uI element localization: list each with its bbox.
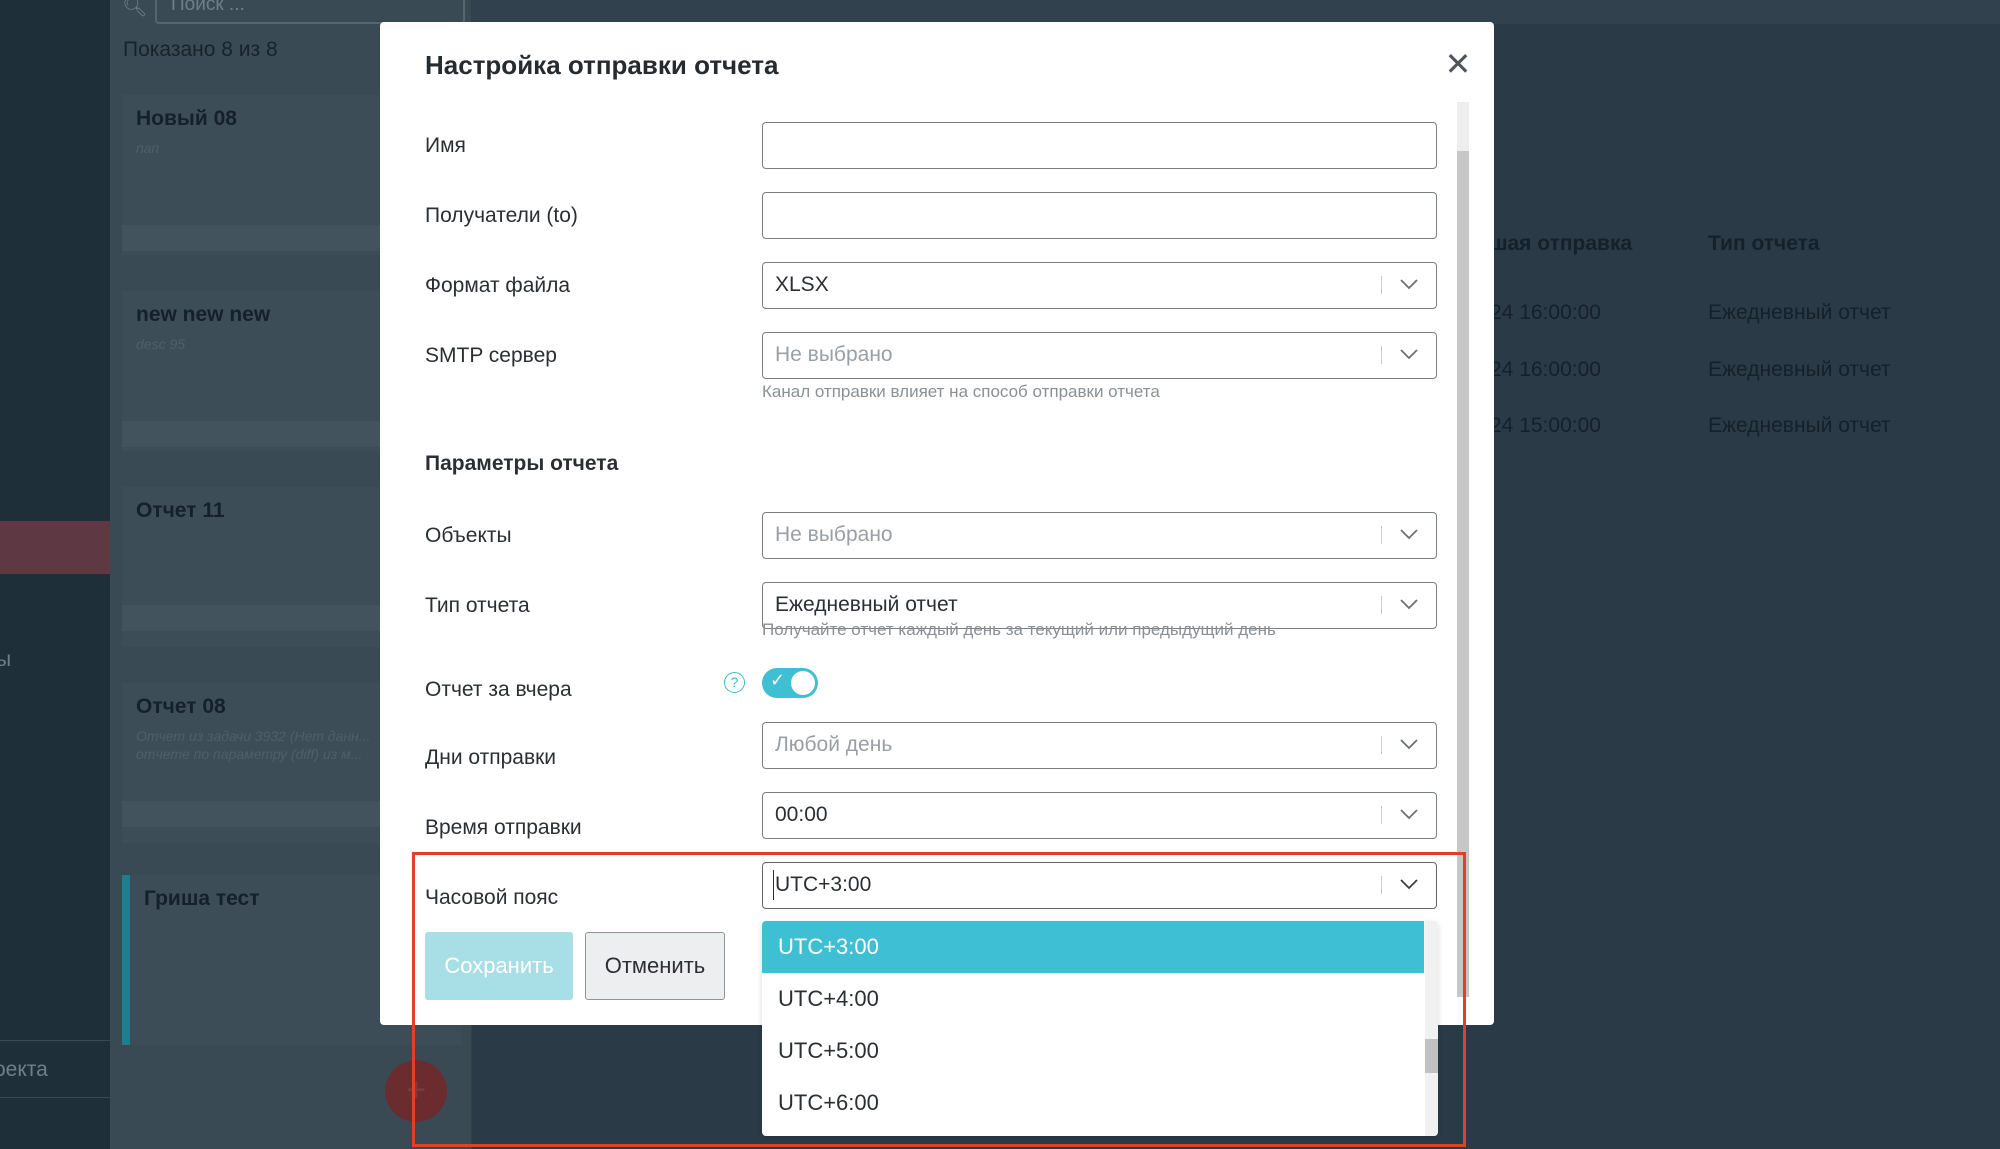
file-format-label: Формат файла [425,274,571,297]
shown-count: Показано 8 из 8 [123,38,278,62]
dropdown-scrollbar-thumb[interactable] [1425,1039,1438,1073]
chevron-down-icon[interactable] [1398,593,1420,615]
toggle-knob [791,671,815,695]
report-settings-modal: Настройка отправки отчета ✕ Имя Получате… [380,22,1494,1025]
report-card-title: Новый 08 [136,107,237,130]
name-label: Имя [425,134,466,157]
chevron-down-icon[interactable] [1398,343,1420,365]
timezone-label: Часовой пояс [425,886,559,909]
timezone-dropdown[interactable]: UTC+3:00 UTC+4:00 UTC+5:00 UTC+6:00 [762,921,1438,1136]
table-cell: 24 16:00:00 [1490,358,1601,381]
select-divider [1381,876,1382,894]
search-input[interactable]: Поиск ... [155,0,465,24]
report-card-desc: пап [136,140,160,156]
report-card-title: Гриша тест [144,887,260,910]
modal-title: Настройка отправки отчета [425,50,779,80]
dropdown-scrollbar[interactable] [1425,921,1438,1136]
shown-label: Показано [123,38,216,61]
select-divider [1381,596,1382,614]
select-divider [1381,526,1382,544]
search-icon: 🔍︎ [122,0,148,18]
select-divider [1381,736,1382,754]
cancel-button[interactable]: Отменить [585,932,725,1000]
timezone-option[interactable]: UTC+6:00 [762,1077,1424,1129]
smtp-placeholder: Не выбрано [775,343,893,366]
select-divider [1381,346,1382,364]
send-days-placeholder: Любой день [775,733,893,756]
save-button[interactable]: Сохранить [425,932,573,1000]
check-icon: ✓ [770,670,786,690]
sidebar-item-label[interactable]: оекта [0,1058,48,1082]
help-icon[interactable]: ? [724,672,745,693]
select-divider [1381,276,1382,294]
report-card-title: Отчет 08 [136,695,226,718]
report-type-hint: Получайте отчет каждый день за текущий и… [762,620,1276,639]
modal-scrollbar-thumb[interactable] [1457,151,1469,997]
sidebar-item-label[interactable]: ы [0,648,11,672]
column-header-report-type[interactable]: Тип отчета [1708,232,1820,256]
smtp-select[interactable]: Не выбрано [762,332,1437,379]
smtp-label: SMTP сервер [425,344,557,367]
timezone-option[interactable]: UTC+5:00 [762,1025,1424,1077]
table-cell: Ежедневный отчет [1708,414,1891,437]
chevron-down-icon[interactable] [1398,273,1420,295]
close-icon[interactable]: ✕ [1443,48,1473,80]
timezone-option[interactable]: UTC+3:00 [762,921,1424,973]
yesterday-label: Отчет за вчера [425,678,572,701]
report-params-heading: Параметры отчета [425,452,619,475]
recipients-label: Получатели (to) [425,204,578,227]
recipients-input[interactable] [762,192,1437,239]
file-format-select[interactable]: XLSX [762,262,1437,309]
table-cell: 24 16:00:00 [1490,301,1601,324]
table-cell: Ежедневный отчет [1708,301,1891,324]
send-time-value: 00:00 [775,803,828,826]
send-days-select[interactable]: Любой день [762,722,1437,769]
modal-scrollbar[interactable] [1457,102,1469,997]
timezone-value[interactable]: UTC+3:00 [773,870,871,900]
table-cell: Ежедневный отчет [1708,358,1891,381]
sidebar-divider [0,1040,110,1041]
report-card-title: Отчет 11 [136,499,225,522]
smtp-hint: Канал отправки влияет на способ отправки… [762,382,1160,401]
column-header-last-send[interactable]: шая отправка [1490,232,1632,256]
timezone-select[interactable]: UTC+3:00 [762,862,1437,909]
chevron-down-icon[interactable] [1398,873,1420,895]
chevron-down-icon[interactable] [1398,733,1420,755]
report-card-desc: desc 95 [136,336,186,352]
chevron-down-icon[interactable] [1398,803,1420,825]
send-time-label: Время отправки [425,816,582,839]
objects-select[interactable]: Не выбрано [762,512,1437,559]
sidebar-active-item[interactable] [0,521,110,574]
send-time-select[interactable]: 00:00 [762,792,1437,839]
sidebar-divider [0,1097,110,1098]
send-days-label: Дни отправки [425,746,557,769]
objects-placeholder: Не выбрано [775,523,893,546]
timezone-option[interactable]: UTC+4:00 [762,973,1424,1025]
report-type-label: Тип отчета [425,594,530,617]
report-card-title: new new new [136,303,271,326]
shown-value: 8 из 8 [221,38,278,61]
chevron-down-icon[interactable] [1398,523,1420,545]
file-format-value: XLSX [775,273,829,296]
report-card-desc: Отчет из задачи 3932 (Нет данн... отчете… [136,728,371,762]
add-report-button[interactable]: + [385,1060,447,1122]
sidebar: ы оекта [0,0,110,1149]
content-top-bar [472,0,2000,24]
objects-label: Объекты [425,524,512,547]
select-divider [1381,806,1382,824]
name-input[interactable] [762,122,1437,169]
yesterday-toggle[interactable]: ✓ [762,668,818,698]
table-cell: 24 15:00:00 [1490,414,1601,437]
